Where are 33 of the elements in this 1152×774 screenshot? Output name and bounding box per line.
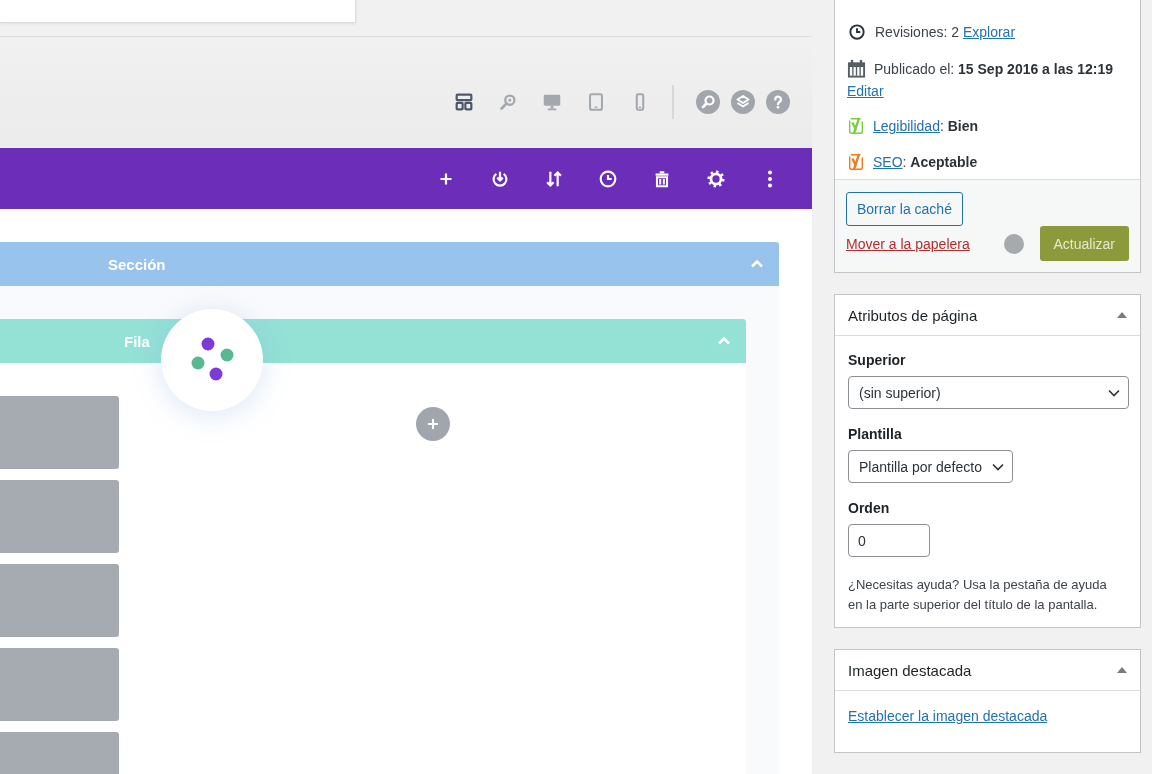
score-text: SEO: Aceptable: [873, 154, 978, 170]
help-text: ¿Necesitas ayuda? Usa la pestaña de ayuda en la parte superior del título de la pantalla.: [848, 576, 1108, 614]
collapse-icon[interactable]: [1117, 667, 1127, 673]
help-icon[interactable]: [766, 90, 790, 114]
row-label: Fila: [124, 332, 150, 350]
score-link[interactable]: Legibilidad: [873, 118, 940, 134]
calendar-icon: [847, 59, 866, 79]
history-icon: [847, 22, 867, 42]
select-field[interactable]: (sin superior): [848, 376, 1129, 409]
edit-link[interactable]: Editar: [847, 83, 884, 99]
field-label: Superior: [848, 352, 907, 368]
collapse-icon[interactable]: [1117, 312, 1127, 318]
order-field[interactable]: 0: [848, 524, 930, 557]
score-text: Legibilidad: Bien: [873, 118, 979, 134]
trash-link[interactable]: Mover a la papelera: [846, 235, 970, 252]
panel-title: Imagen destacada: [848, 661, 972, 679]
panel-title: Atributos de página: [848, 306, 978, 324]
section-label: Sección: [108, 255, 166, 273]
select-field[interactable]: Plantilla por defecto: [848, 450, 1013, 483]
add-module-button[interactable]: [416, 407, 450, 441]
wireframe-icon[interactable]: [453, 91, 475, 113]
publish-date-text: Publicado el: 15 Sep 2016 a las 12:19: [874, 61, 1113, 77]
panel-header[interactable]: Imagen destacada: [835, 650, 1140, 691]
revisions-text: Revisiones: 2 Explorar: [875, 24, 1016, 40]
score-link[interactable]: SEO: [873, 154, 903, 170]
search-icon[interactable]: [696, 90, 720, 114]
set-featured-image-link[interactable]: Establecer la imagen destacada: [848, 708, 1048, 724]
explore-link[interactable]: Explorar: [962, 24, 1016, 40]
field-label: Orden: [848, 500, 891, 516]
clear-cache-button[interactable]: Borrar la caché: [846, 192, 963, 226]
layers-icon[interactable]: [731, 90, 755, 114]
panel-header[interactable]: Atributos de página: [835, 295, 1140, 336]
field-label: Plantilla: [848, 426, 903, 442]
